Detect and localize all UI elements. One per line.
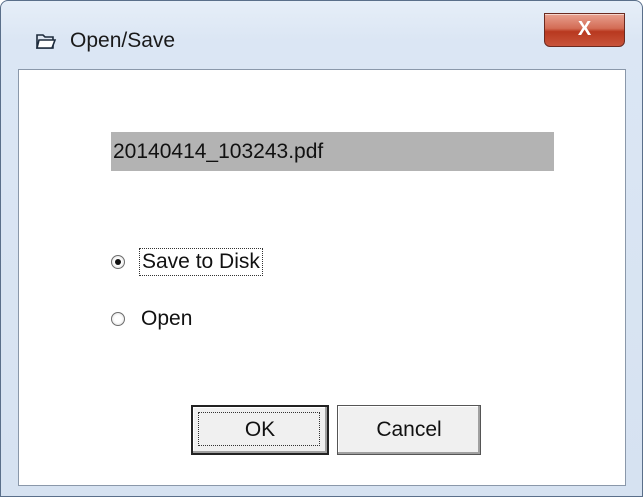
cancel-button-label: Cancel (376, 418, 442, 441)
dialog-window: Open/Save X 20140414_103243.pdf Save to … (0, 0, 643, 497)
open-label[interactable]: Open (139, 306, 194, 332)
save-to-disk-label[interactable]: Save to Disk (139, 248, 263, 276)
open-option[interactable]: Open (111, 303, 194, 335)
save-to-disk-radio[interactable] (111, 255, 125, 269)
window-title: Open/Save (70, 29, 176, 52)
focus-rectangle (198, 412, 320, 446)
open-radio[interactable] (111, 312, 125, 326)
close-icon: X (577, 18, 592, 40)
radio-selected-dot (115, 259, 121, 265)
ok-button[interactable]: OK (191, 405, 329, 455)
folder-icon (35, 34, 57, 49)
title-bar[interactable]: Open/Save X (1, 1, 642, 67)
close-button[interactable]: X (544, 13, 625, 47)
save-to-disk-option[interactable]: Save to Disk (111, 246, 263, 278)
file-name-display: 20140414_103243.pdf (111, 132, 554, 171)
dialog-body: 20140414_103243.pdf Save to Disk Open OK… (18, 69, 626, 486)
cancel-button[interactable]: Cancel (337, 405, 481, 455)
